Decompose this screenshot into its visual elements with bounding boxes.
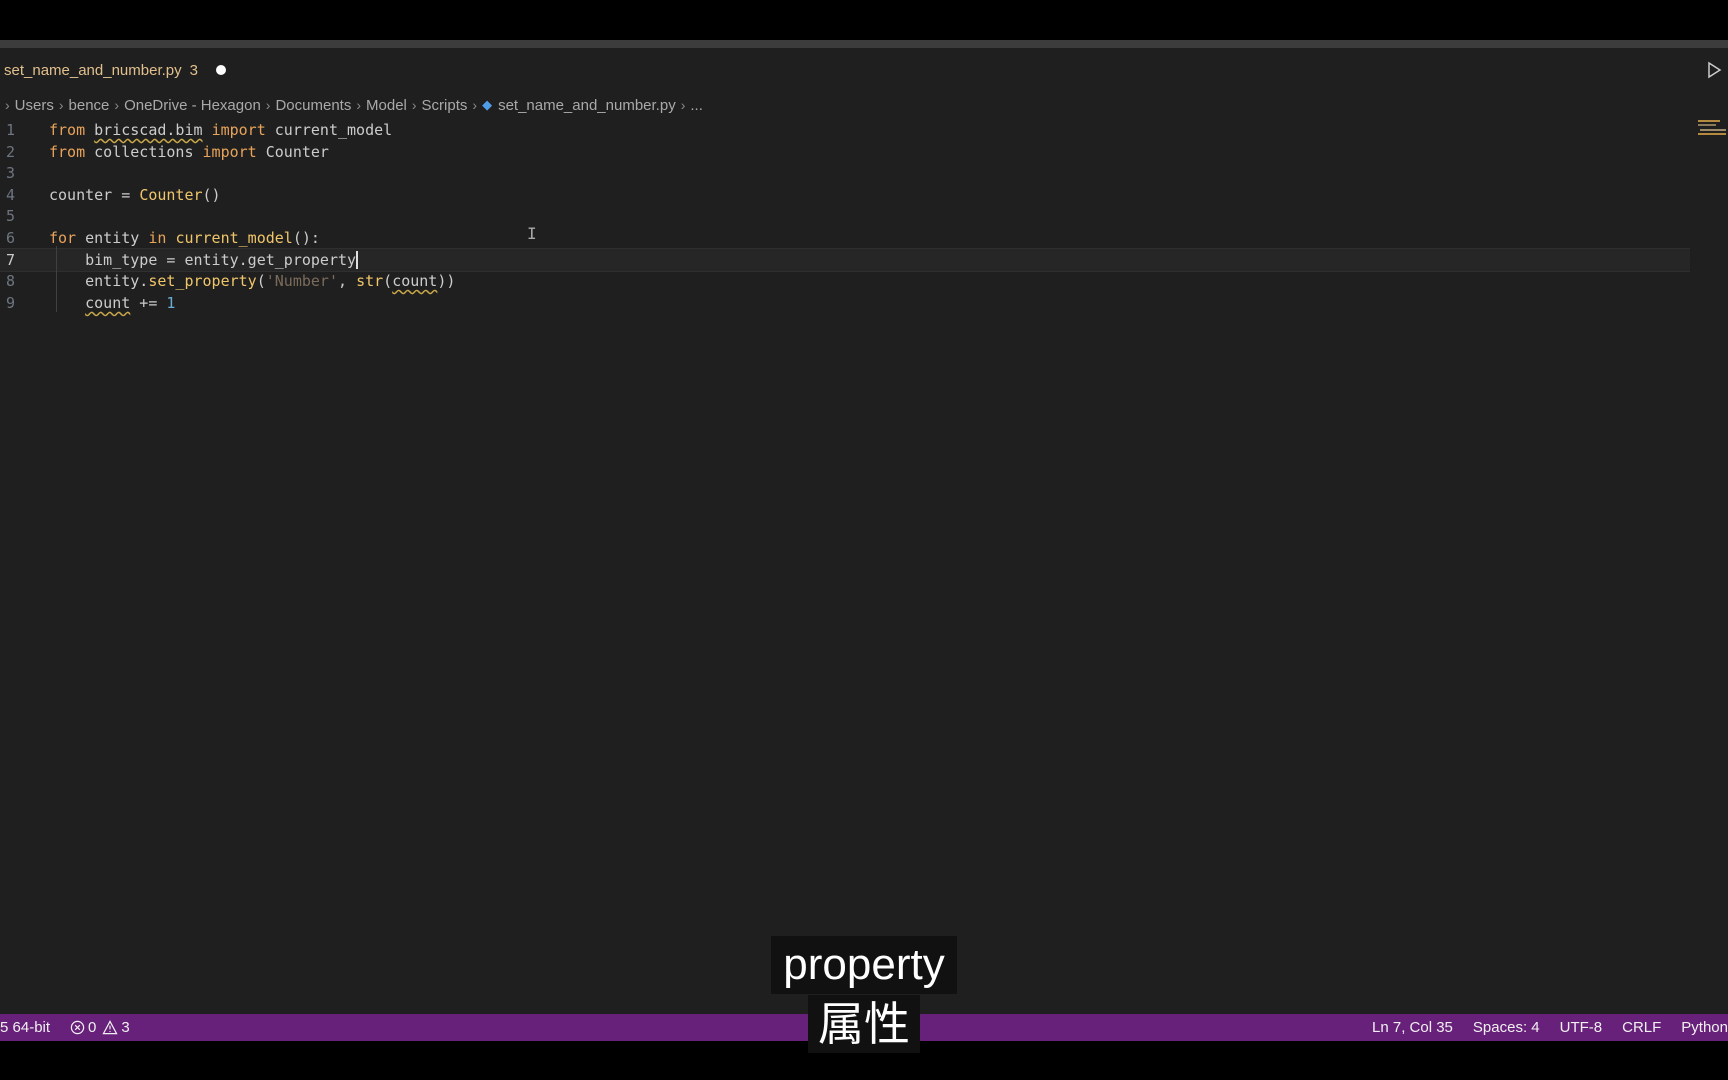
code-token: current_model xyxy=(175,229,293,247)
breadcrumb-item[interactable]: Documents xyxy=(275,97,351,114)
minimap[interactable] xyxy=(1698,118,1728,138)
line-number: 4 xyxy=(6,185,16,204)
code-token: entity xyxy=(76,229,149,247)
code-token: set_property xyxy=(148,272,257,291)
code-line[interactable]: 2 from collections import Counter xyxy=(0,140,1690,164)
unsaved-dot-icon[interactable] xyxy=(215,65,226,75)
code-line[interactable]: 8 entity.set_property('Number', str(coun… xyxy=(0,269,1690,293)
code-token: count xyxy=(392,272,438,291)
code-token: current_model xyxy=(265,121,393,139)
code-token: 'Number' xyxy=(265,272,338,291)
chevron-right-icon: › xyxy=(58,97,64,113)
chevron-right-icon: › xyxy=(472,97,478,113)
code-token: Counter xyxy=(139,185,203,204)
subtitle-chinese-text: 属性 xyxy=(808,995,920,1053)
line-number: 7 xyxy=(6,250,16,269)
python-icon: ◆ xyxy=(482,97,493,112)
code-token: bricscad.bim xyxy=(94,121,203,139)
indent-guide xyxy=(56,246,57,312)
line-number: 8 xyxy=(6,272,16,291)
chevron-right-icon: › xyxy=(265,97,271,113)
line-number: 2 xyxy=(6,142,16,161)
code-text: count += 1 xyxy=(49,291,175,315)
line-number: 3 xyxy=(6,164,16,183)
code-text: entity.set_property('Number', str(count)… xyxy=(49,269,455,293)
code-token: str xyxy=(356,272,384,291)
code-line[interactable]: 5 xyxy=(0,204,1690,228)
chevron-right-icon: › xyxy=(114,97,120,113)
breadcrumb-item[interactable]: Model xyxy=(366,97,407,114)
code-token: bim_type = entity.get_property xyxy=(49,250,357,269)
line-number: 5 xyxy=(6,207,16,226)
code-token: ( xyxy=(383,272,393,291)
code-token: += xyxy=(130,293,167,312)
code-text: for entity in current_model(): xyxy=(49,226,320,250)
code-text: from bricscad.bim import current_model xyxy=(49,118,392,142)
tab-filename: set_name_and_number.py xyxy=(4,61,182,79)
tab-problems-count: 3 xyxy=(189,61,198,79)
chevron-right-icon: › xyxy=(680,97,686,113)
title-strip xyxy=(0,40,1728,48)
editor-tab[interactable]: set_name_and_number.py 3 xyxy=(0,48,226,92)
line-number: 1 xyxy=(6,121,16,139)
subtitle-english: property xyxy=(0,936,1728,994)
code-line[interactable]: 3 xyxy=(0,161,1690,185)
code-token: count xyxy=(85,293,131,312)
breadcrumb-item[interactable]: Scripts xyxy=(422,97,468,114)
code-token: in xyxy=(148,229,167,247)
code-token: entity. xyxy=(49,272,149,291)
chevron-right-icon: › xyxy=(356,97,362,113)
breadcrumb-item[interactable]: OneDrive - Hexagon xyxy=(124,97,261,114)
code-token: (): xyxy=(292,229,320,247)
code-token: Counter xyxy=(256,142,329,161)
code-line[interactable]: 7 bim_type = entity.get_property xyxy=(0,247,1690,272)
code-token: , xyxy=(338,272,357,291)
tab-bar: set_name_and_number.py 3 xyxy=(0,48,1728,92)
code-line[interactable]: 4 counter = Counter() xyxy=(0,183,1690,207)
chevron-right-icon: › xyxy=(411,97,417,113)
breadcrumb-item[interactable]: set_name_and_number.py xyxy=(498,97,676,114)
code-token: for xyxy=(49,229,77,247)
code-text: counter = Counter() xyxy=(49,183,221,207)
mouse-ibeam-cursor: Ι xyxy=(527,224,537,243)
code-text: bim_type = entity.get_property xyxy=(49,249,359,271)
code-line[interactable]: 6 for entity in current_model(): xyxy=(0,226,1690,250)
code-line[interactable]: 1 from bricscad.bim import current_model xyxy=(0,118,1690,142)
code-token: import xyxy=(202,142,257,161)
breadcrumb-item[interactable]: bence xyxy=(69,97,110,114)
chevron-right-icon: › xyxy=(5,97,10,113)
text-caret xyxy=(356,251,359,270)
code-text: from collections import Counter xyxy=(49,140,329,164)
code-token: from xyxy=(49,142,86,161)
code-token: counter = xyxy=(49,185,140,204)
run-file-icon[interactable] xyxy=(1704,60,1724,80)
code-token: ( xyxy=(256,272,266,291)
code-line[interactable]: 9 count += 1 xyxy=(0,291,1690,315)
breadcrumb-item[interactable]: Users xyxy=(15,97,54,114)
breadcrumb-item[interactable]: ... xyxy=(690,97,703,114)
code-token: () xyxy=(202,185,221,204)
code-token: from xyxy=(49,121,86,139)
breadcrumb: › Users › bence › OneDrive - Hexagon › Document… xyxy=(0,92,703,118)
code-token: 1 xyxy=(166,293,176,312)
top-black-bar xyxy=(0,0,1728,40)
code-token: import xyxy=(211,121,266,139)
line-number: 6 xyxy=(6,229,16,247)
code-editor[interactable]: 1 from bricscad.bim import current_model 2… xyxy=(0,118,1690,998)
line-number: 9 xyxy=(6,293,16,312)
code-token: collections xyxy=(85,142,203,161)
subtitle-english-text: property xyxy=(771,936,957,994)
code-token: )) xyxy=(437,272,456,291)
subtitle-chinese: 属性 xyxy=(0,995,1728,1053)
